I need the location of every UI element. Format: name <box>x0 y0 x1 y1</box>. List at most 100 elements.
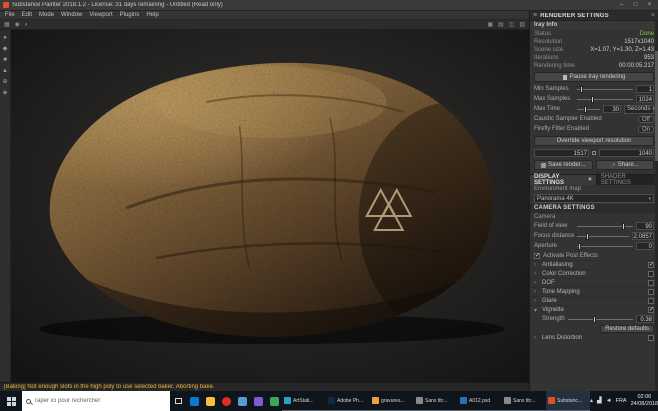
max-samples-slider[interactable] <box>577 95 633 104</box>
camera-view-icon[interactable]: ◫ <box>509 20 515 30</box>
effect-checkbox[interactable] <box>648 289 654 295</box>
focus-distance-value[interactable]: 2.0857 <box>631 232 654 240</box>
taskbar-window-button-6[interactable]: Sans titr... <box>502 391 546 411</box>
menu-viewport[interactable]: Viewport <box>89 12 112 18</box>
menu-help[interactable]: Help <box>146 12 158 18</box>
fov-value[interactable]: 90 <box>636 222 654 230</box>
effect-checkbox[interactable] <box>648 298 654 304</box>
viewport-3d[interactable] <box>11 30 529 382</box>
maximize-button[interactable]: □ <box>630 0 641 11</box>
effect-row-vignette[interactable]: ▾ Vignette <box>530 305 658 314</box>
menu-file[interactable]: File <box>5 12 15 18</box>
vignette-strength-value[interactable]: 0.38 <box>636 315 654 323</box>
taskbar-app-icon-4[interactable] <box>234 391 250 411</box>
caustic-toggle[interactable]: Off <box>638 115 654 123</box>
taskbar-app-icon-2[interactable] <box>202 391 218 411</box>
clone-tool-icon[interactable]: ◈ <box>3 90 8 96</box>
min-samples-value[interactable]: 1 <box>636 85 654 93</box>
close-button[interactable]: × <box>644 0 655 11</box>
effect-row-antialiasing[interactable]: › Antialiasing <box>530 260 658 269</box>
pause-iray-button[interactable]: Pause Iray rendering <box>534 72 654 82</box>
activate-post-effects-checkbox[interactable] <box>534 252 540 259</box>
eraser-tool-icon[interactable]: ◆ <box>3 46 8 52</box>
wireframe-view-icon[interactable]: ▤ <box>498 20 504 30</box>
panel-menu-icon[interactable]: ≡ <box>533 11 537 21</box>
taskbar-window-button-1[interactable]: ArtStati... <box>282 391 326 411</box>
rendered-rock-canvas[interactable] <box>11 30 529 382</box>
tab-display-settings[interactable]: DISPLAY SETTINGS × <box>530 174 597 186</box>
resolution-width-field[interactable]: 1517 <box>534 149 589 157</box>
pan-icon[interactable]: ▦ <box>4 20 10 30</box>
effect-checkbox[interactable] <box>648 280 654 286</box>
tab-close-icon[interactable]: × <box>588 177 592 183</box>
effect-row-lens-distortion[interactable]: › Lens Distortion <box>530 333 658 342</box>
language-indicator[interactable]: FRA <box>616 398 627 404</box>
smudge-tool-icon[interactable]: ⊕ <box>2 79 7 85</box>
taskbar-search[interactable] <box>22 391 170 411</box>
zoom-icon[interactable]: ◐ <box>25 20 29 30</box>
search-input[interactable] <box>34 398 162 404</box>
taskbar-app-icon-1[interactable] <box>186 391 202 411</box>
material-view-icon[interactable]: ▣ <box>487 20 493 30</box>
environment-map-dropdown[interactable]: Panorama 4K ▾ <box>534 194 654 203</box>
focus-distance-slider[interactable] <box>577 232 629 241</box>
effect-checkbox[interactable] <box>648 335 654 341</box>
caret-right-icon[interactable]: › <box>534 271 539 277</box>
caret-right-icon[interactable]: › <box>534 289 539 295</box>
menu-edit[interactable]: Edit <box>22 12 32 18</box>
effect-row-glare[interactable]: › Glare <box>530 296 658 305</box>
fov-slider[interactable] <box>577 222 633 231</box>
taskbar-window-button-substance[interactable]: Substanc... <box>546 391 590 411</box>
override-resolution-button[interactable]: Override viewport resolution <box>534 136 654 146</box>
volume-icon[interactable]: ◄ <box>606 391 612 411</box>
caret-down-icon[interactable]: ▾ <box>534 307 539 314</box>
restore-defaults-button[interactable]: Restore defaults <box>600 324 654 333</box>
effect-checkbox[interactable] <box>648 306 654 313</box>
caret-right-icon[interactable]: › <box>534 262 539 268</box>
max-time-unit-dropdown[interactable]: Seconds ▾ <box>624 104 655 114</box>
caret-right-icon[interactable]: › <box>534 280 539 286</box>
paint-tool-icon[interactable]: ● <box>3 35 7 41</box>
aperture-slider[interactable] <box>577 242 633 251</box>
menu-window[interactable]: Window <box>61 12 82 18</box>
task-view-icon[interactable] <box>170 391 186 411</box>
minimize-button[interactable]: – <box>616 0 627 11</box>
share-button[interactable]: ↗ Share... <box>595 160 654 170</box>
effect-row-dof[interactable]: › DOF <box>530 278 658 287</box>
max-samples-value[interactable]: 1024 <box>636 95 654 103</box>
start-button[interactable] <box>0 391 22 411</box>
effect-checkbox[interactable] <box>648 271 654 277</box>
effect-checkbox[interactable] <box>648 261 654 268</box>
min-samples-slider[interactable] <box>577 85 633 94</box>
caret-right-icon[interactable]: › <box>534 298 539 304</box>
tray-chevron-up-icon[interactable]: ▴ <box>590 391 593 411</box>
link-resolution-icon[interactable] <box>592 151 596 155</box>
rotate-icon[interactable]: ◉ <box>15 20 20 30</box>
menu-mode[interactable]: Mode <box>39 12 54 18</box>
taskbar-app-icon-3[interactable] <box>218 391 234 411</box>
taskbar-app-icon-6[interactable] <box>266 391 282 411</box>
network-icon[interactable]: ▟ <box>597 391 602 411</box>
taskbar-window-button-4[interactable]: Sans titr... <box>414 391 458 411</box>
taskbar-window-button-2[interactable]: Adobe Ph... <box>326 391 370 411</box>
panel-close-icon[interactable]: × <box>651 11 655 21</box>
polygon-fill-tool-icon[interactable]: ▲ <box>2 68 8 74</box>
taskbar-app-icon-5[interactable] <box>250 391 266 411</box>
clock[interactable]: 02:06 24/08/2018 <box>631 394 658 407</box>
menu-plugins[interactable]: Plugins <box>120 12 140 18</box>
max-time-slider[interactable] <box>577 105 600 114</box>
save-render-button[interactable]: Save render... <box>534 160 593 170</box>
fullscreen-icon[interactable]: ▥ <box>519 20 525 30</box>
firefly-toggle[interactable]: On <box>638 125 654 133</box>
caret-right-icon[interactable]: › <box>534 335 539 341</box>
aperture-value[interactable]: 0 <box>636 242 654 250</box>
effect-row-color-correction[interactable]: › Color Correction <box>530 269 658 278</box>
tab-shader-settings[interactable]: SHADER SETTINGS <box>597 174 658 186</box>
max-time-value[interactable]: 30 <box>603 105 621 113</box>
taskbar-window-button-3[interactable]: gravures... <box>370 391 414 411</box>
projection-tool-icon[interactable]: ■ <box>3 57 7 63</box>
vignette-strength-slider[interactable] <box>567 315 633 324</box>
resolution-height-field[interactable]: 1040 <box>599 149 654 157</box>
taskbar-window-button-5[interactable]: A012.psd <box>458 391 502 411</box>
effect-row-tone-mapping[interactable]: › Tone Mapping <box>530 287 658 296</box>
